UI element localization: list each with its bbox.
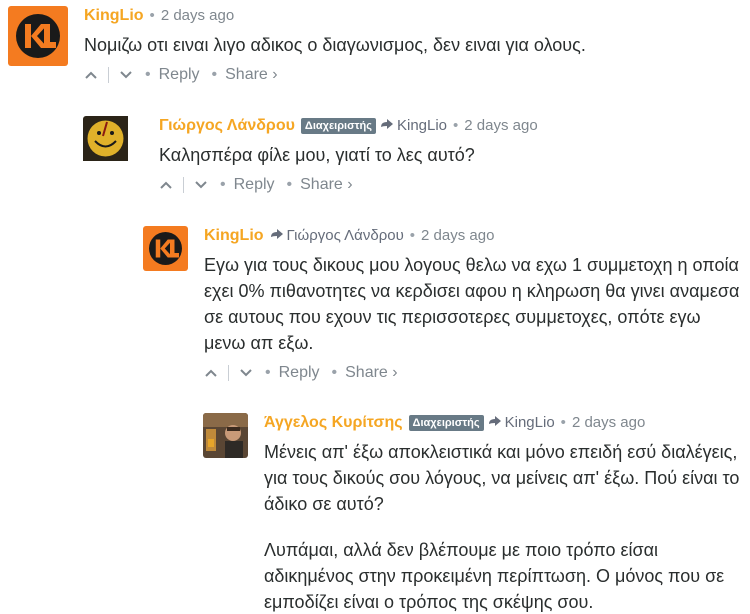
reply-arrow-icon <box>488 413 502 433</box>
comment-paragraph: Μένεις απ' έξω αποκλειστικά και μόνο επε… <box>264 442 740 514</box>
separator-dot: • <box>211 66 218 83</box>
downvote-button[interactable] <box>119 70 133 80</box>
separator-dot: • <box>453 117 459 134</box>
smiley-avatar[interactable] <box>83 116 143 176</box>
chevron-down-icon <box>240 369 252 377</box>
comment-footer: • Reply • Share › <box>159 174 743 196</box>
comment-paragraph: Νομιζω οτι ειναι λιγο αδικος ο διαγωνισμ… <box>84 35 586 55</box>
share-button[interactable]: Share › <box>300 176 352 194</box>
upvote-button[interactable] <box>84 70 98 80</box>
comment-footer: • Reply • Share › <box>204 362 743 384</box>
comment: Άγγελος Κυρίτσης Διαχειριστής KingLio • … <box>203 413 748 614</box>
comment-paragraph: Λυπάμαι, αλλά δεν βλέπουμε με ποιο τρόπο… <box>264 540 725 612</box>
comment-footer: • Reply • Share › <box>84 64 743 86</box>
separator-dot: • <box>145 66 151 83</box>
reply-arrow-icon <box>270 226 284 246</box>
chevron-up-icon <box>160 181 172 189</box>
upvote-button[interactable] <box>204 368 218 378</box>
reply-arrow-icon <box>380 116 394 136</box>
comment-text: Εγω για τους δικους μου λογους θελω να ε… <box>204 252 743 356</box>
comment: KingLio Γιώργος Λάνδρου • 2 days ago Εγω… <box>143 226 743 384</box>
separator-dot: • <box>560 414 566 431</box>
kinglio-logo-avatar[interactable] <box>8 6 68 66</box>
moderator-badge: Διαχειριστής <box>408 415 484 431</box>
author-name[interactable]: KingLio <box>204 226 264 246</box>
timestamp[interactable]: 2 days ago <box>421 226 494 246</box>
timestamp[interactable]: 2 days ago <box>464 116 537 136</box>
comment-paragraph: Εγω για τους δικους μου λογους θελω να ε… <box>204 255 740 353</box>
parent-author[interactable]: Γιώργος Λάνδρου <box>287 226 404 246</box>
author-name[interactable]: Άγγελος Κυρίτσης <box>264 413 403 433</box>
separator-dot: • <box>220 176 226 193</box>
reply-button[interactable]: Reply <box>234 176 275 194</box>
comment: KingLio • 2 days ago Νομιζω οτι ειναι λι… <box>8 6 743 86</box>
separator-dot: • <box>331 364 338 381</box>
reply-button[interactable]: Reply <box>279 364 320 382</box>
chevron-up-icon <box>205 369 217 377</box>
chevron-down-icon <box>195 181 207 189</box>
author-name[interactable]: Γιώργος Λάνδρου <box>159 116 295 136</box>
parent-author[interactable]: KingLio <box>397 116 447 136</box>
separator-dot: • <box>286 176 293 193</box>
comment-text: Νομιζω οτι ειναι λιγο αδικος ο διαγωνισμ… <box>84 32 743 58</box>
chevron-down-icon <box>120 71 132 79</box>
comment-thread: KingLio • 2 days ago Νομιζω οτι ειναι λι… <box>0 0 750 614</box>
parent-author[interactable]: KingLio <box>505 413 555 433</box>
author-name[interactable]: KingLio <box>84 6 144 26</box>
reply-button[interactable]: Reply <box>159 66 200 84</box>
vote-divider <box>183 177 184 193</box>
comment: Γιώργος Λάνδρου Διαχειριστής KingLio • 2… <box>83 116 743 196</box>
comment-text: Καλησπέρα φίλε μου, γιατί το λες αυτό? <box>159 142 743 168</box>
vote-divider <box>228 365 229 381</box>
comment-paragraph: Καλησπέρα φίλε μου, γιατί το λες αυτό? <box>159 145 475 165</box>
separator-dot: • <box>409 227 416 244</box>
separator-dot: • <box>149 7 155 24</box>
upvote-button[interactable] <box>159 180 173 190</box>
downvote-button[interactable] <box>194 180 208 190</box>
timestamp[interactable]: 2 days ago <box>161 6 234 26</box>
separator-dot: • <box>265 364 271 381</box>
chevron-up-icon <box>85 71 97 79</box>
share-button[interactable]: Share › <box>225 66 277 84</box>
comment-text: Μένεις απ' έξω αποκλειστικά και μόνο επε… <box>264 439 748 614</box>
timestamp[interactable]: 2 days ago <box>572 413 645 433</box>
kinglio-logo-avatar[interactable] <box>143 226 188 271</box>
photo-avatar[interactable] <box>203 413 248 458</box>
downvote-button[interactable] <box>239 368 253 378</box>
share-button[interactable]: Share › <box>345 364 397 382</box>
moderator-badge: Διαχειριστής <box>300 118 376 134</box>
vote-divider <box>108 67 109 83</box>
